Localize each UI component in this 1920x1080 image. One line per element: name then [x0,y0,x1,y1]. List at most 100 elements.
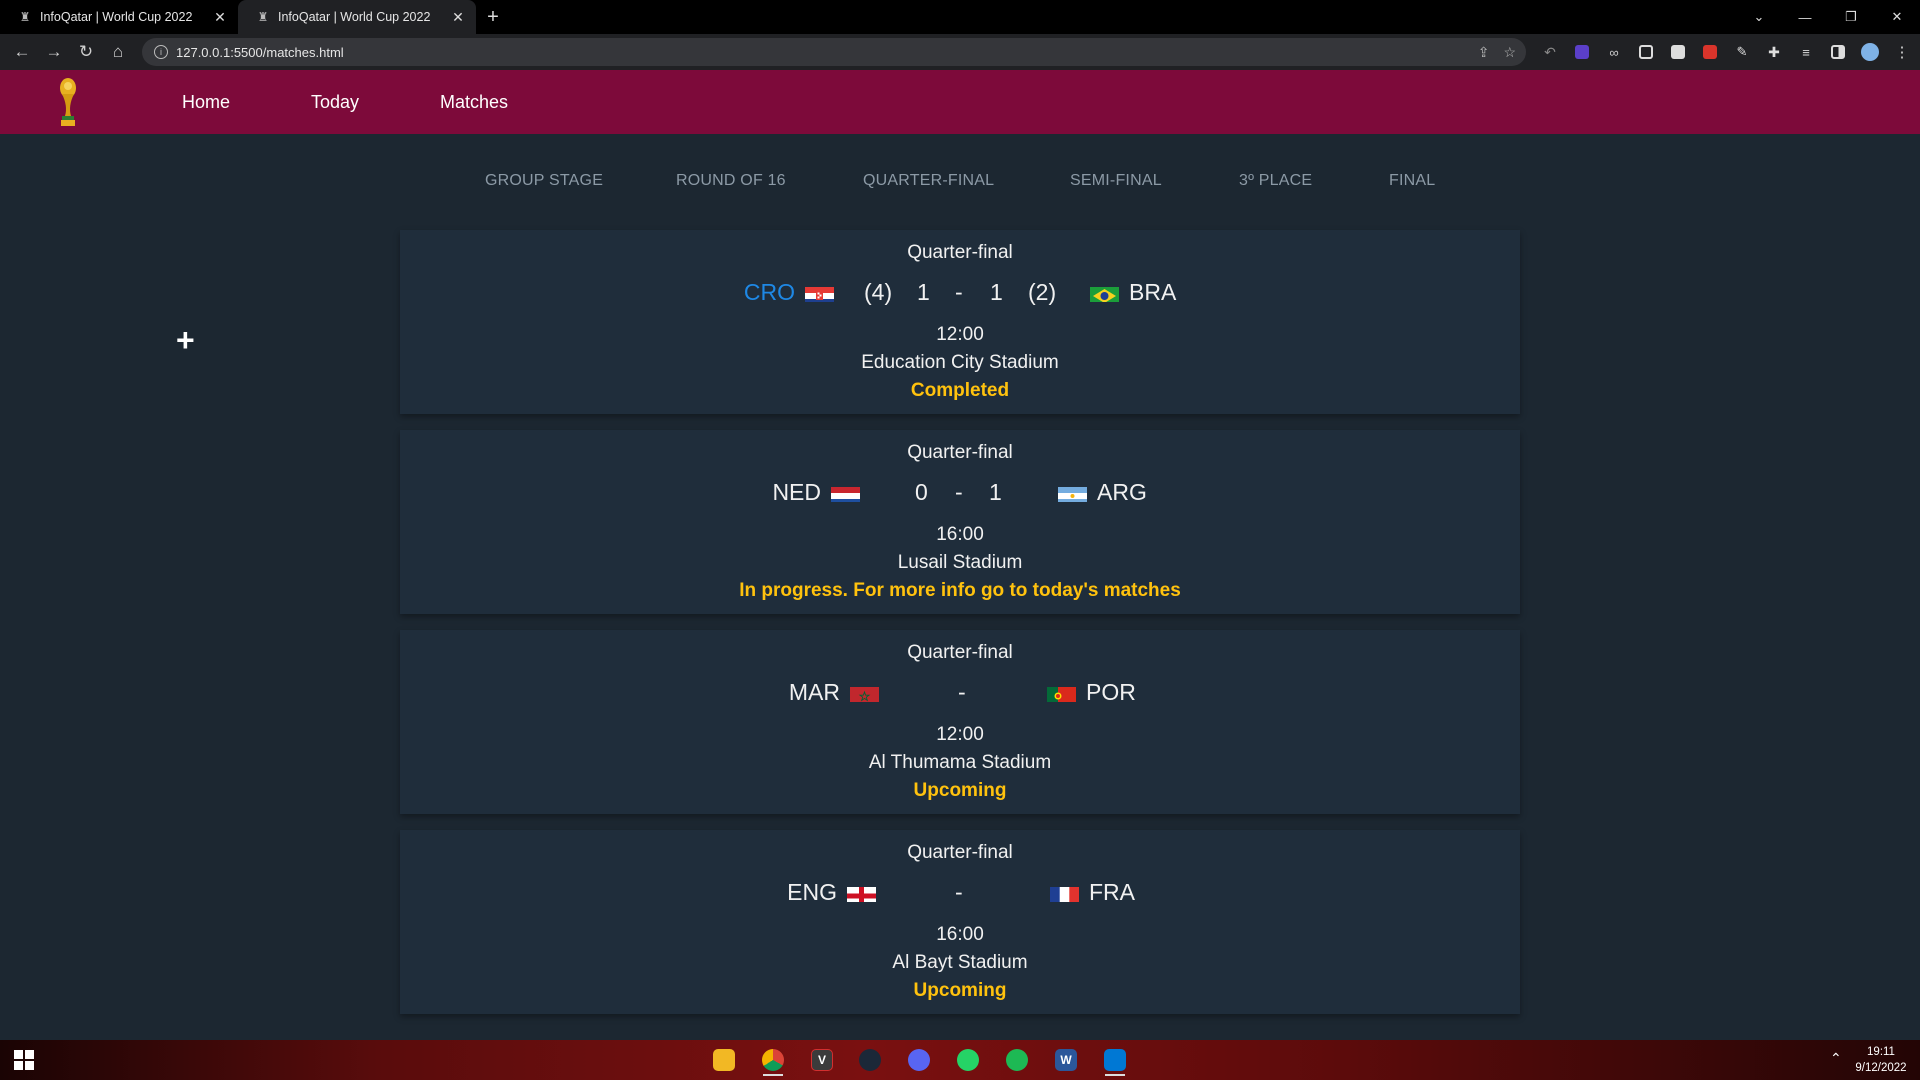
profile-avatar-icon[interactable] [1854,34,1886,70]
address-bar[interactable]: i 127.0.0.1:5500/matches.html ⇪ ☆ [142,38,1526,66]
score-separator: - [955,279,963,305]
discord-icon[interactable] [901,1044,937,1076]
side-panel-icon[interactable] [1822,34,1854,70]
clock-date: 9/12/2022 [1855,1062,1907,1074]
brazil-flag-icon [1090,284,1119,302]
back-icon[interactable]: ← [6,34,38,70]
reload-icon[interactable]: ↻ [70,34,102,70]
match-card[interactable]: Quarter-final MAR - POR 12:00 Al Thumama… [400,630,1520,814]
match-time: 16:00 [936,524,984,545]
steam-icon[interactable] [852,1044,888,1076]
score-separator: - [955,479,963,505]
minimize-button[interactable]: — [1782,0,1828,34]
match-card[interactable]: Quarter-final CRO (4) 1 - 1 (2) BRA 12:0… [400,230,1520,414]
tab-semi-final[interactable]: SEMI-FINAL [1070,172,1162,190]
away-team-code: ARG [1097,479,1147,505]
match-status: Upcoming [913,780,1007,801]
match-round: Quarter-final [907,442,1013,463]
word-icon[interactable]: W [1048,1044,1084,1076]
away-team: POR [1047,679,1136,706]
match-card[interactable]: Quarter-final NED 0 - 1 ARG 16:00 Lusail… [400,430,1520,614]
chrome-icon[interactable] [755,1044,791,1076]
away-score: 1 [989,479,1002,505]
screen-extension-icon[interactable] [1630,34,1662,70]
tab-group-stage[interactable]: GROUP STAGE [485,172,603,190]
away-score: 1 [990,279,1003,305]
away-team-code: FRA [1089,879,1135,905]
windows-taskbar: V W ⌃ 19:11 9/12/2022 [0,1040,1920,1080]
match-time: 12:00 [936,324,984,345]
netherlands-flag-icon [831,484,860,502]
browser-tab[interactable]: ♜ InfoQatar | World Cup 2022 ✕ [0,0,238,34]
tab-round-of-16[interactable]: ROUND OF 16 [676,172,786,190]
score-separator: - [958,679,966,705]
match-round: Quarter-final [907,842,1013,863]
tab-title: InfoQatar | World Cup 2022 [40,10,193,24]
file-explorer-icon[interactable] [706,1044,742,1076]
new-tab-button[interactable]: + [476,0,510,34]
window-controls: ⌄ — ❐ ✕ [1736,0,1920,34]
windows-start-icon[interactable] [14,1050,34,1070]
bookmark-star-icon[interactable]: ☆ [1503,44,1516,61]
match-status: Completed [910,380,1010,401]
browser-toolbar: ← → ↻ ⌂ i 127.0.0.1:5500/matches.html ⇪ … [0,34,1920,70]
away-team-code: POR [1086,679,1136,705]
match-card[interactable]: Quarter-final ENG - FRA 16:00 Al Bayt St… [400,830,1520,1014]
home-team: ENG [787,879,876,906]
site-info-icon[interactable]: i [154,45,168,59]
nav-matches[interactable]: Matches [440,70,508,134]
france-flag-icon [1050,884,1079,902]
close-window-button[interactable]: ✕ [1874,0,1920,34]
match-status: Upcoming [913,980,1007,1001]
browser-tab-strip: ♜ InfoQatar | World Cup 2022 ✕ ♜ InfoQat… [0,0,1920,34]
world-cup-trophy-logo[interactable] [56,76,80,128]
home-team-code: MAR [788,679,840,705]
browser-tab-active[interactable]: ♜ InfoQatar | World Cup 2022 ✕ [238,0,476,34]
tab-close-icon[interactable]: ✕ [450,9,466,26]
extensions-bar: ↶ ∞ ✎ ✚ ≡ ⋮ [1534,34,1918,70]
tab-close-icon[interactable]: ✕ [212,9,228,26]
match-round: Quarter-final [907,242,1013,263]
vivaldi-icon[interactable]: V [804,1044,840,1076]
tab-third-place[interactable]: 3º PLACE [1239,172,1312,190]
pen-extension-icon[interactable]: ✎ [1726,34,1758,70]
match-stadium: Al Bayt Stadium [892,952,1028,973]
nav-today[interactable]: Today [311,70,359,134]
vscode-icon[interactable] [1097,1044,1133,1076]
match-round: Quarter-final [907,642,1013,663]
crosshair-cursor-icon: + [176,322,195,358]
home-icon[interactable]: ⌂ [102,34,134,70]
menu-kebab-icon[interactable]: ⋮ [1886,34,1918,70]
taskbar-clock[interactable]: 19:11 9/12/2022 [1850,1044,1912,1076]
forward-icon[interactable]: → [38,34,70,70]
tray-overflow-chevron-icon[interactable]: ⌃ [1830,1050,1842,1067]
puzzle-extensions-icon[interactable]: ✚ [1758,34,1790,70]
site-navbar: Home Today Matches [0,70,1920,134]
restore-button[interactable]: ❐ [1828,0,1874,34]
away-team: ARG [1058,479,1147,506]
media-queue-icon[interactable]: ≡ [1790,34,1822,70]
red-extension-icon[interactable] [1694,34,1726,70]
tab-title: InfoQatar | World Cup 2022 [278,10,431,24]
home-team-code: NED [772,479,821,505]
whatsapp-icon[interactable] [950,1044,986,1076]
home-team: NED [772,479,860,506]
home-score: 0 [915,479,928,505]
home-team: CRO [744,279,834,306]
share-icon[interactable]: ⇪ [1478,44,1490,61]
away-penalties: (2) [1028,279,1057,305]
spotify-icon[interactable] [999,1044,1035,1076]
tab-quarter-final[interactable]: QUARTER-FINAL [863,172,994,190]
score-separator: - [955,879,963,905]
b-extension-icon[interactable] [1662,34,1694,70]
match-status[interactable]: In progress. For more info go to today's… [400,580,1520,602]
tab-final[interactable]: FINAL [1389,172,1435,190]
url-text[interactable]: 127.0.0.1:5500/matches.html [176,45,1464,60]
tab-search-icon[interactable]: ⌄ [1736,0,1782,34]
incognito-extension-icon[interactable]: ∞ [1598,34,1630,70]
nav-home[interactable]: Home [182,70,230,134]
home-score: 1 [917,279,930,305]
extension-badge-icon[interactable] [1566,34,1598,70]
reply-extension-icon[interactable]: ↶ [1534,34,1566,70]
match-time: 16:00 [936,924,984,945]
